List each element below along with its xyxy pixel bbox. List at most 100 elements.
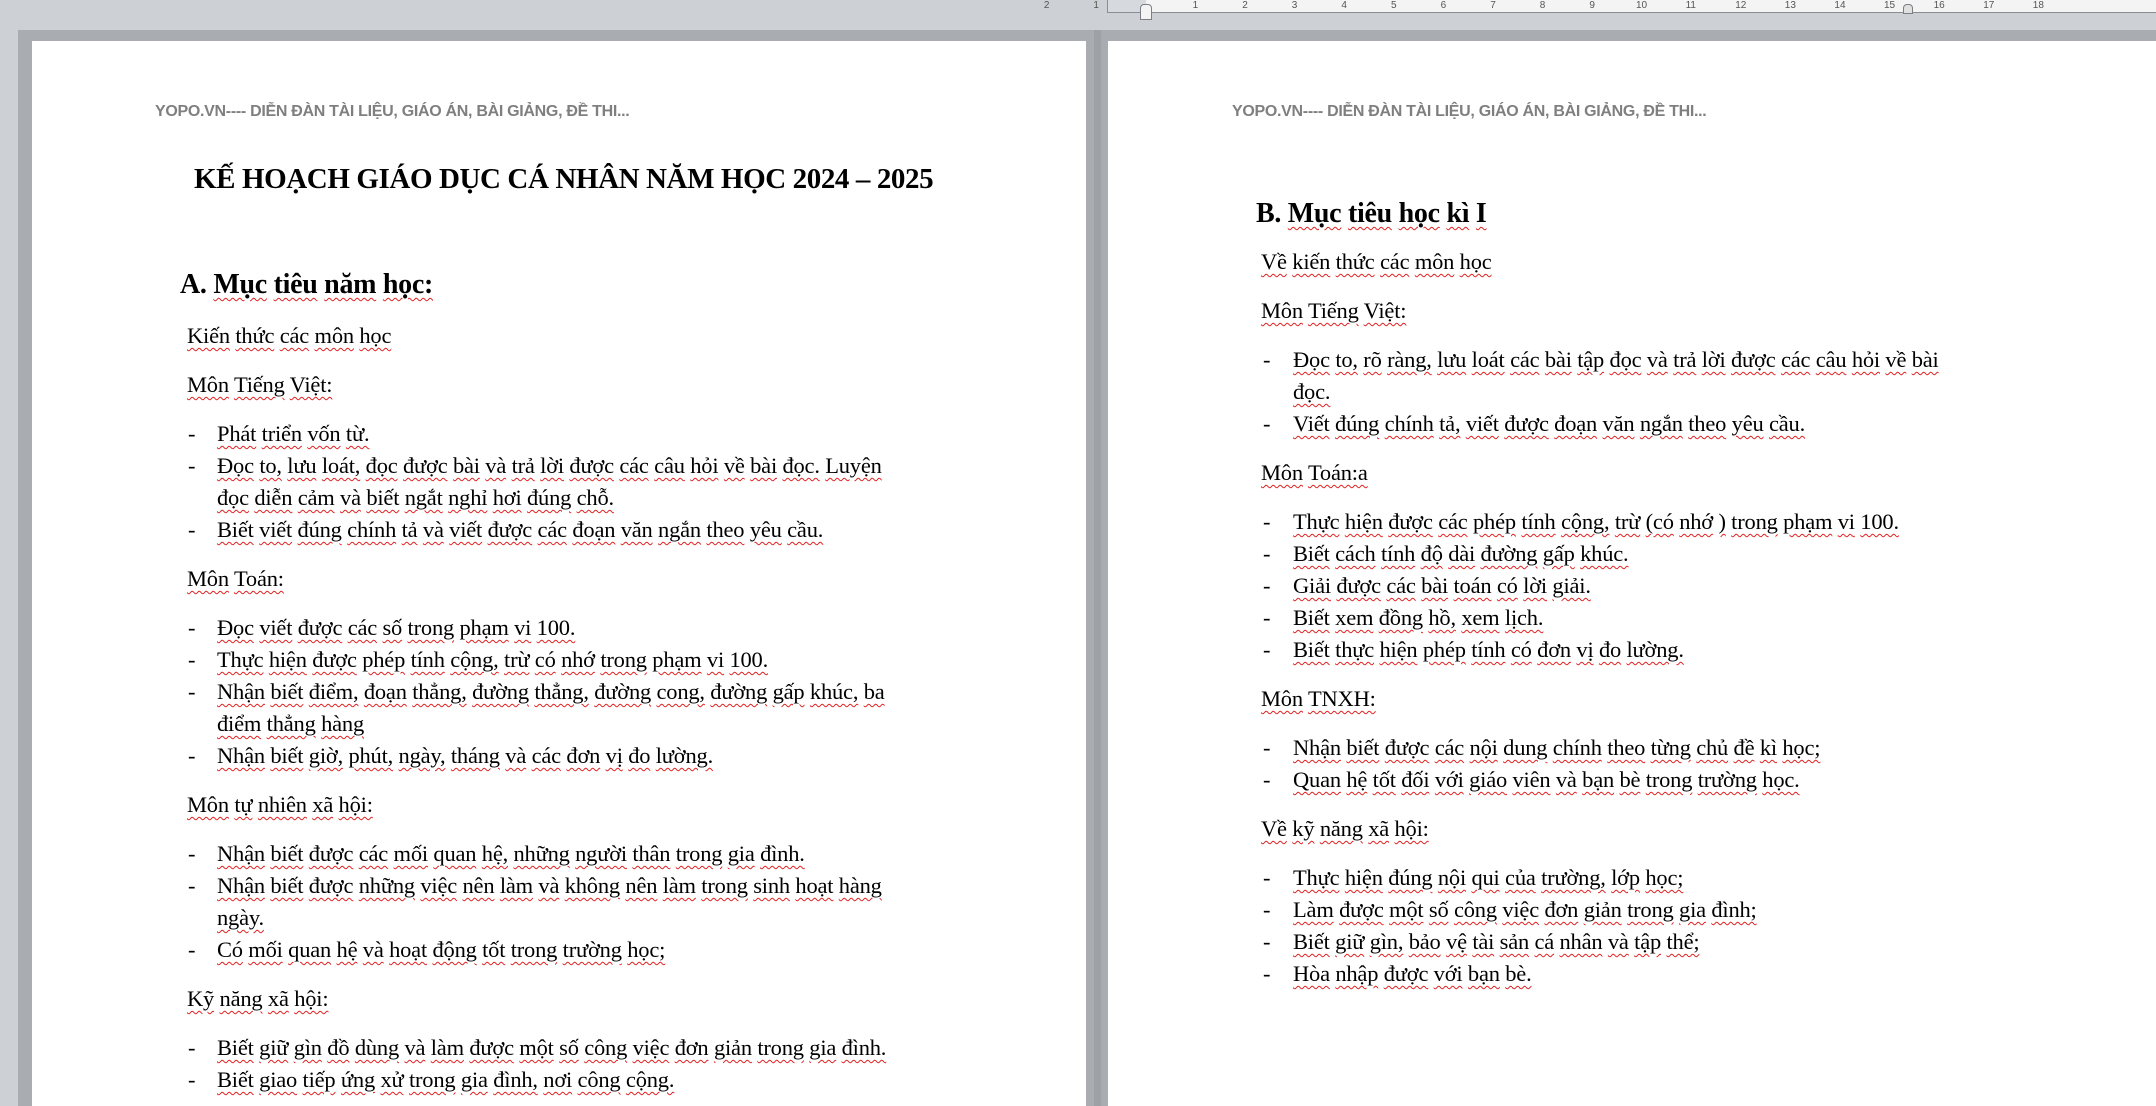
word: cộng,: [1561, 509, 1610, 534]
word: triển: [261, 421, 302, 446]
word: Việt:: [1363, 298, 1407, 323]
list-item-continuation: đọc.: [1293, 379, 1331, 405]
word: kì: [1759, 735, 1777, 760]
word: các: [1434, 735, 1465, 760]
word: thức: [1335, 249, 1375, 274]
section-heading-b: B. Mục tiêu học kì I: [1256, 198, 1487, 230]
word: công: [584, 1035, 628, 1060]
line-text: ngày.: [217, 905, 264, 930]
line-text: Môn Toán:: [187, 566, 284, 591]
line-text: Môn Tiếng Việt:: [1261, 298, 1407, 323]
line-text: Thực hiện được các phép tính cộng, trừ (…: [1293, 509, 1899, 534]
word: điểm,: [308, 679, 359, 704]
list-item: - Biết giữ gìn, bảo vệ tài sản cá nhân và…: [1263, 929, 1700, 955]
word: dùng: [354, 1035, 400, 1060]
page-header: YOPO.VN---- DIỄN ĐÀN TÀI LIỆU, GIÁO ÁN, …: [155, 103, 630, 120]
bullet-dash-icon: -: [188, 453, 196, 478]
word: từ.: [345, 421, 370, 446]
word: đọc: [217, 485, 249, 510]
word: biết: [366, 485, 400, 510]
word: dài: [1448, 541, 1476, 566]
word: lưu: [287, 453, 317, 478]
word: ràng,: [1387, 347, 1432, 372]
bullet-dash-icon: -: [1263, 961, 1271, 986]
word: sinh: [753, 873, 790, 898]
left-indent-marker[interactable]: [1140, 4, 1152, 20]
word: việc: [632, 1035, 670, 1060]
word: hoạt: [795, 873, 834, 898]
list-item-continuation: đọc diễn cảm và biết ngắt nghỉ hơi đúng …: [217, 485, 614, 511]
word: học: [1398, 198, 1440, 229]
word: ngắt: [404, 485, 443, 510]
word: yêu: [1731, 411, 1764, 436]
list-item: - Giải được các bài toán có lời giải.: [1263, 573, 1591, 599]
word: theo: [706, 517, 745, 542]
line-text: đọc.: [1293, 379, 1331, 404]
word: tiêu: [1348, 198, 1392, 229]
word: trường: [1697, 767, 1757, 792]
bullet-dash-icon: -: [188, 937, 196, 962]
word: đúng: [297, 517, 342, 542]
word: trong: [1627, 897, 1674, 922]
right-indent-marker[interactable]: [1903, 4, 1913, 14]
line-text: đọc diễn cảm và biết ngắt nghỉ hơi đúng …: [217, 485, 614, 510]
word: xã: [1368, 816, 1390, 841]
word: Tiếng: [233, 372, 285, 397]
document-page-2[interactable]: YOPO.VN---- DIỄN ĐÀN TÀI LIỆU, GIÁO ÁN, …: [1108, 41, 2156, 1106]
bullet-dash-icon: -: [1263, 897, 1271, 922]
word: số: [382, 615, 403, 640]
line-text: Nhận biết điểm, đoạn thẳng, đường thẳng,…: [217, 679, 885, 704]
line-text: điểm thẳng hàng: [217, 711, 364, 736]
word: đọc.: [782, 453, 820, 478]
word: bè.: [1505, 961, 1532, 986]
word: biết: [270, 743, 304, 768]
list-item: - Đọc to, lưu loát, đọc được bài và trả l…: [188, 453, 882, 479]
word: các: [619, 453, 649, 478]
word: và: [340, 485, 361, 510]
word: một: [519, 1035, 554, 1060]
word: 100.: [536, 615, 576, 640]
word: cong,: [656, 679, 705, 704]
word: đọc.: [1293, 379, 1331, 404]
word: không: [564, 873, 620, 898]
list-item: - Quan hệ tốt đối với giáo viên và bạn bè…: [1263, 767, 1800, 793]
page-divider-stripe: [1094, 30, 1101, 1106]
word: công: [577, 1067, 621, 1092]
ruler-tick-label: 18: [2032, 0, 2044, 11]
word: biết: [1346, 735, 1380, 760]
word: viết: [449, 517, 483, 542]
word: trả: [511, 453, 535, 478]
word: có: [1496, 573, 1518, 598]
word: quan: [433, 841, 477, 866]
document-page-1[interactable]: YOPO.VN---- DIỄN ĐÀN TÀI LIỆU, GIÁO ÁN, …: [32, 41, 1086, 1106]
word: đối: [1401, 767, 1430, 792]
word: văn: [1602, 411, 1635, 436]
word: TNXH:: [1307, 686, 1376, 711]
word: được: [487, 517, 533, 542]
word: tả: [401, 517, 418, 542]
section-letter: B.: [1256, 198, 1288, 229]
word: học.: [1762, 767, 1800, 792]
word: Biết: [1293, 929, 1330, 954]
word: năng: [1319, 816, 1363, 841]
word: hỏi: [1851, 347, 1880, 372]
word: và: [1607, 929, 1629, 954]
word: các: [347, 615, 378, 640]
word: được: [469, 1035, 514, 1060]
word: Môn: [187, 566, 229, 591]
word: bè: [1619, 767, 1641, 792]
line-text: Đọc viết được các số trong phạm vi 100.: [217, 615, 575, 640]
word: nội: [1469, 735, 1498, 760]
word: bài: [1544, 347, 1572, 372]
horizontal-ruler[interactable]: 2 1 1 2 3 4 5 6 7 8 9 10 11 12 13 14 15 16 17 18: [1044, 0, 2156, 20]
word: đơn: [1544, 897, 1579, 922]
word: Nhận: [217, 679, 265, 704]
section-letter: A.: [180, 269, 214, 300]
list-item: - Thực hiện đúng nội qui của trường, lớp …: [1263, 865, 1684, 891]
section-heading-text: Mục tiêu học kì I: [1288, 198, 1487, 229]
line-text: Thực hiện được phép tính cộng, trừ có nh…: [217, 647, 768, 672]
word: được: [1730, 347, 1776, 372]
word: trong: [407, 615, 455, 640]
ruler-tick-label: 11: [1685, 0, 1696, 11]
word: thẳng,: [534, 679, 589, 704]
